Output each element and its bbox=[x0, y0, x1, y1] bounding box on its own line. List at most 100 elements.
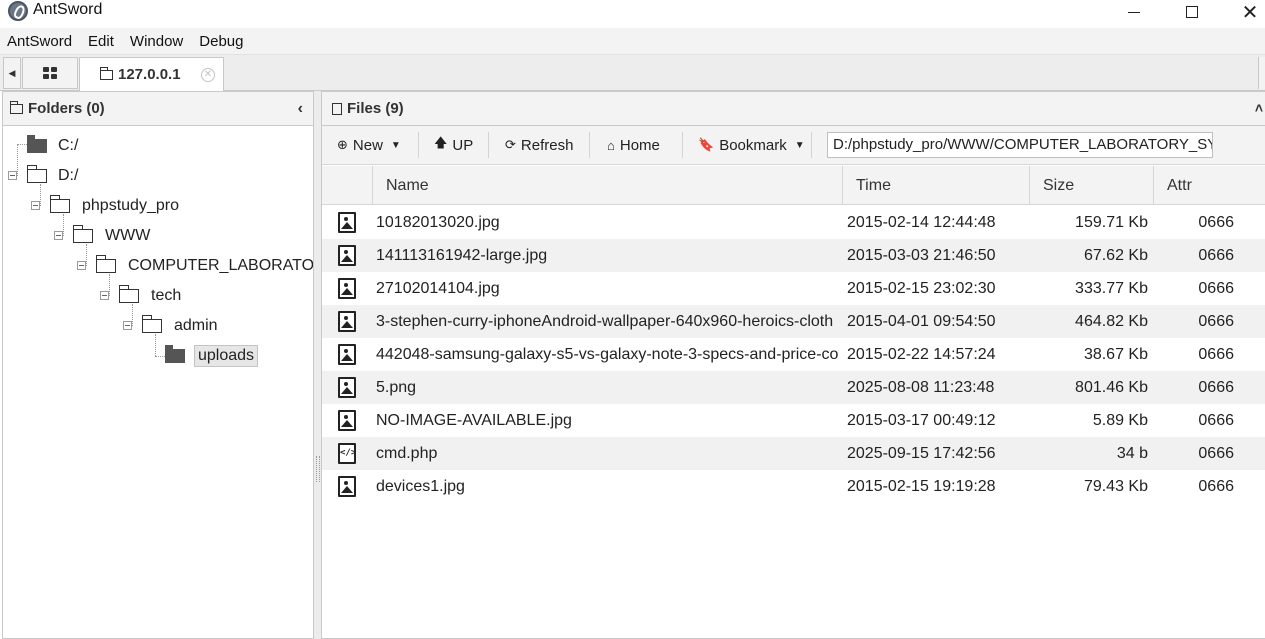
tree-item-www[interactable]: WWW bbox=[73, 224, 153, 248]
folder-open-icon bbox=[96, 255, 116, 273]
folder-icon bbox=[10, 100, 23, 114]
image-file-icon bbox=[338, 476, 356, 497]
collapse-toggle-icon[interactable] bbox=[31, 201, 40, 210]
file-row[interactable]: 10182013020.jpg 2015-02-14 12:44:48 159.… bbox=[322, 206, 1265, 239]
collapse-toggle-icon[interactable] bbox=[8, 171, 17, 180]
file-row[interactable]: NO-IMAGE-AVAILABLE.jpg 2015-03-17 00:49:… bbox=[322, 404, 1265, 437]
file-row[interactable]: 141113161942-large.jpg 2015-03-03 21:46:… bbox=[322, 239, 1265, 272]
menu-debug[interactable]: Debug bbox=[199, 33, 243, 50]
tab-127-0-0-1[interactable]: 127.0.0.1 ✕ bbox=[79, 57, 224, 91]
file-name: 27102014104.jpg bbox=[376, 279, 500, 297]
file-time: 2015-03-17 00:49:12 bbox=[847, 411, 996, 429]
tree-item-tech[interactable]: tech bbox=[119, 284, 184, 308]
file-row[interactable]: 27102014104.jpg 2015-02-15 23:02:30 333.… bbox=[322, 272, 1265, 305]
file-size: 5.89 Kb bbox=[1092, 411, 1148, 429]
tab-scroll-left-button[interactable]: ◀ bbox=[3, 57, 21, 89]
image-file-icon bbox=[338, 410, 356, 431]
collapse-toggle-icon[interactable] bbox=[123, 321, 132, 330]
folders-panel-header: Folders (0) ‹ bbox=[3, 92, 313, 126]
image-file-icon bbox=[338, 344, 356, 365]
collapse-toggle-icon[interactable] bbox=[77, 261, 86, 270]
bookmark-icon: 🔖 bbox=[698, 137, 715, 152]
tree-label: COMPUTER_LABORATORY bbox=[128, 257, 313, 274]
grid-icon bbox=[43, 67, 57, 79]
minimize-button[interactable] bbox=[1106, 0, 1162, 24]
folder-icon bbox=[100, 66, 113, 80]
tree-item-uploads[interactable]: uploads bbox=[165, 344, 259, 368]
file-time: 2015-03-03 21:46:50 bbox=[847, 246, 996, 264]
new-button[interactable]: ⊕ New ▼ bbox=[337, 132, 401, 158]
file-row[interactable]: 442048-samsung-galaxy-s5-vs-galaxy-note-… bbox=[322, 338, 1265, 371]
folder-open-icon bbox=[27, 165, 47, 183]
tab-bar: ◀ 127.0.0.1 ✕ bbox=[0, 55, 1265, 91]
menu-window[interactable]: Window bbox=[130, 33, 183, 50]
folder-open-icon bbox=[73, 225, 93, 243]
column-header-size[interactable]: Size bbox=[1029, 166, 1153, 205]
tab-home-grid[interactable] bbox=[22, 57, 78, 89]
tab-close-icon[interactable]: ✕ bbox=[201, 68, 215, 82]
tree-label: WWW bbox=[105, 227, 151, 244]
path-input[interactable]: D:/phpstudy_pro/WWW/COMPUTER_LABORATORY_… bbox=[827, 132, 1213, 158]
folders-title: Folders (0) bbox=[28, 100, 105, 117]
tree-item-c-drive[interactable]: C:/ bbox=[27, 134, 81, 158]
file-row[interactable]: devices1.jpg 2015-02-15 19:19:28 79.43 K… bbox=[322, 470, 1265, 503]
close-icon: ✕ bbox=[1241, 1, 1259, 24]
folder-open-icon bbox=[119, 285, 139, 303]
image-file-icon bbox=[338, 245, 356, 266]
file-time: 2025-08-08 11:23:48 bbox=[847, 378, 995, 396]
collapse-toggle-icon[interactable] bbox=[54, 231, 63, 240]
file-icon bbox=[332, 102, 342, 115]
home-label: Home bbox=[619, 136, 660, 154]
panel-splitter[interactable] bbox=[314, 91, 321, 639]
file-time: 2015-02-14 12:44:48 bbox=[847, 213, 996, 231]
file-name: devices1.jpg bbox=[376, 477, 465, 495]
file-name: 141113161942-large.jpg bbox=[376, 246, 548, 264]
image-file-icon bbox=[338, 212, 356, 233]
tree-item-computer-laboratory[interactable]: COMPUTER_LABORATORY bbox=[96, 254, 313, 278]
file-row[interactable]: 5.png 2025-08-08 11:23:48 801.46 Kb 0666 bbox=[322, 371, 1265, 404]
new-label: New bbox=[352, 136, 383, 154]
home-button[interactable]: ⌂ Home bbox=[607, 132, 660, 158]
files-title: Files (9) bbox=[347, 100, 404, 117]
folder-open-icon bbox=[142, 315, 162, 333]
tree-label: C:/ bbox=[58, 137, 79, 154]
file-size: 464.82 Kb bbox=[1075, 312, 1148, 330]
file-size: 67.62 Kb bbox=[1083, 246, 1148, 264]
close-window-button[interactable]: ✕ bbox=[1222, 0, 1265, 24]
caret-left-icon: ◀ bbox=[8, 67, 16, 78]
maximize-button[interactable] bbox=[1164, 0, 1220, 24]
tree-item-d-drive[interactable]: D:/ bbox=[27, 164, 81, 188]
home-icon: ⌂ bbox=[607, 137, 615, 153]
up-button[interactable]: 🡅 UP bbox=[434, 132, 473, 158]
file-size: 159.71 Kb bbox=[1075, 213, 1148, 231]
caret-down-icon: ▼ bbox=[794, 139, 805, 151]
minimize-icon bbox=[1128, 11, 1140, 13]
refresh-label: Refresh bbox=[520, 136, 574, 154]
file-attr: 0666 bbox=[1198, 411, 1234, 429]
menu-edit[interactable]: Edit bbox=[88, 33, 114, 50]
tree-label: admin bbox=[174, 317, 218, 334]
file-time: 2015-04-01 09:54:50 bbox=[847, 312, 996, 330]
refresh-button[interactable]: ⟳ Refresh bbox=[505, 132, 573, 158]
collapse-toggle-icon[interactable] bbox=[100, 291, 109, 300]
plus-circle-icon: ⊕ bbox=[337, 137, 348, 152]
collapse-up-icon[interactable]: ˄ bbox=[1255, 100, 1263, 116]
tree-label: D:/ bbox=[58, 167, 79, 184]
file-attr: 0666 bbox=[1198, 477, 1234, 495]
file-name: 442048-samsung-galaxy-s5-vs-galaxy-note-… bbox=[376, 345, 839, 363]
column-header-attr[interactable]: Attr bbox=[1153, 166, 1265, 205]
column-header-time[interactable]: Time bbox=[842, 166, 1029, 205]
collapse-left-icon[interactable]: ‹ bbox=[298, 100, 303, 118]
file-attr: 0666 bbox=[1198, 378, 1234, 396]
column-header-name[interactable]: Name bbox=[372, 166, 842, 205]
file-attr: 0666 bbox=[1198, 213, 1234, 231]
tab-scroll-right-button[interactable] bbox=[1258, 57, 1265, 89]
file-name: 10182013020.jpg bbox=[376, 213, 500, 231]
tree-item-phpstudy-pro[interactable]: phpstudy_pro bbox=[50, 194, 182, 218]
bookmark-button[interactable]: 🔖 Bookmark ▼ bbox=[698, 132, 805, 158]
file-row[interactable]: </> cmd.php 2025-09-15 17:42:56 34 b 066… bbox=[322, 437, 1265, 470]
menu-antsword[interactable]: AntSword bbox=[7, 33, 72, 50]
file-time: 2025-09-15 17:42:56 bbox=[847, 444, 996, 462]
file-row[interactable]: 3-stephen-curry-iphoneAndroid-wallpaper-… bbox=[322, 305, 1265, 338]
tree-item-admin[interactable]: admin bbox=[142, 314, 221, 338]
